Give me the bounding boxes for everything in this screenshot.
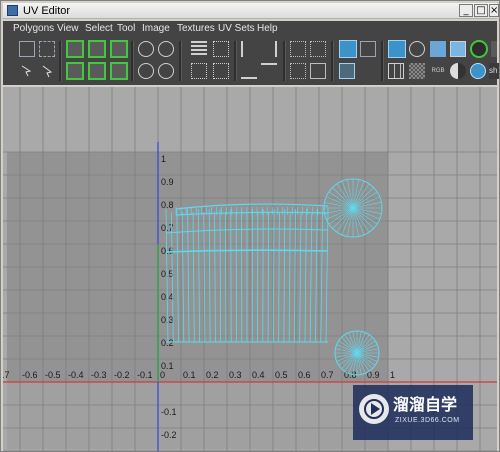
- y-tick-label: -0.1: [161, 407, 177, 417]
- x-tick-label: 0.1: [183, 370, 196, 380]
- toolbar-separator: [283, 41, 286, 81]
- align-top-icon[interactable]: [261, 63, 277, 79]
- uv-edge: [351, 206, 355, 210]
- y-tick-label: 0.1: [161, 361, 174, 371]
- x-tick-label: -0.3: [91, 370, 107, 380]
- menu-textures[interactable]: Textures: [177, 22, 215, 36]
- orient-shells-icon[interactable]: [310, 41, 326, 57]
- align-bottom-icon[interactable]: [241, 63, 257, 79]
- uv-snapshot-icon[interactable]: [19, 41, 35, 57]
- pixel-snap-icon[interactable]: [409, 41, 425, 57]
- display-grid-icon[interactable]: [388, 63, 404, 79]
- menu-uv-sets[interactable]: UV Sets: [218, 22, 255, 36]
- uv-editor-window: UV Editor _ □ × Polygons View Select Too…: [0, 0, 500, 452]
- menu-tool[interactable]: Tool: [117, 22, 135, 36]
- x-tick-label: -0.4: [68, 370, 84, 380]
- x-tick-label: 1: [390, 370, 395, 380]
- image-filter-icon[interactable]: [339, 63, 355, 79]
- delete-uv-icon[interactable]: [88, 40, 106, 58]
- uv-edge: [224, 211, 227, 343]
- image-range-icon[interactable]: [430, 41, 446, 57]
- x-tick-label: -0.1: [137, 370, 153, 380]
- rgb-channel-icon[interactable]: RGB: [430, 66, 446, 76]
- x-tick-label: 0: [160, 370, 165, 380]
- align-left-icon[interactable]: [241, 41, 257, 57]
- x-tick-label: -0.6: [22, 370, 38, 380]
- cut-uv-edge-icon[interactable]: [66, 40, 84, 58]
- alpha-channel-icon[interactable]: [450, 63, 466, 79]
- toolbar-separator: [331, 41, 334, 81]
- watermark-brand: 溜溜自学: [393, 395, 458, 414]
- x-tick-label: -0.5: [45, 370, 61, 380]
- y-tick-label: 0.2: [161, 338, 174, 348]
- select-shell-icon[interactable]: [39, 41, 55, 57]
- rotate-ccw-icon[interactable]: [138, 41, 154, 57]
- x-tick-label: 0.2: [206, 370, 219, 380]
- uv-edge: [355, 351, 359, 355]
- toolbar-separator: [131, 41, 134, 81]
- x-tick-label: -.7: [3, 370, 10, 380]
- y-tick-label: 0.9: [161, 177, 174, 187]
- x-tick-label: 0.5: [275, 370, 288, 380]
- relax-uvs-icon[interactable]: [191, 63, 207, 79]
- play-logo-icon: [359, 394, 389, 424]
- window-title: UV Editor: [23, 5, 71, 17]
- toolbar-separator: [59, 41, 62, 81]
- grid-uvs-icon[interactable]: [213, 41, 229, 57]
- x-tick-label: 0.4: [252, 370, 265, 380]
- layout-uv-icon[interactable]: [110, 62, 128, 80]
- align-right-icon[interactable]: [261, 41, 277, 57]
- stack-shells-icon[interactable]: [290, 41, 306, 57]
- maximize-button[interactable]: □: [474, 4, 488, 17]
- toolbar-separator: [234, 41, 237, 81]
- minimize-button[interactable]: _: [459, 4, 473, 17]
- menu-bar: Polygons View Select Tool Image Textures…: [3, 21, 497, 37]
- shaded-uv-icon[interactable]: [360, 41, 376, 57]
- overflow-icon[interactable]: [491, 41, 497, 57]
- watermark: 溜溜自学 ZIXUE.3D66.COM: [353, 385, 473, 440]
- app-icon: [7, 5, 18, 16]
- x-tick-label: 0.7: [321, 370, 334, 380]
- align-uvs-icon[interactable]: [191, 41, 207, 57]
- move-uv-icon[interactable]: [19, 63, 35, 79]
- menu-help[interactable]: Help: [257, 22, 278, 36]
- x-tick-label: -0.2: [114, 370, 130, 380]
- flip-u-icon[interactable]: [138, 63, 154, 79]
- x-tick-label: 0.3: [229, 370, 242, 380]
- menu-select[interactable]: Select: [85, 22, 113, 36]
- checker-icon[interactable]: [409, 63, 425, 79]
- title-bar[interactable]: UV Editor _ □ ×: [3, 3, 499, 19]
- watermark-url: ZIXUE.3D66.COM: [395, 417, 460, 424]
- menu-polygons[interactable]: Polygons: [13, 22, 54, 36]
- y-tick-label: -0.2: [161, 430, 177, 440]
- y-tick-label: 0.8: [161, 200, 174, 210]
- toolbar-separator: [381, 41, 384, 81]
- y-tick-label: 1: [161, 154, 166, 164]
- sew-uv-icon[interactable]: [66, 62, 84, 80]
- dim-image-icon[interactable]: [450, 41, 466, 57]
- menu-image[interactable]: Image: [142, 22, 170, 36]
- toolbar-separator: [179, 41, 182, 81]
- texture-tile-lower: [7, 382, 388, 449]
- select-uv-icon[interactable]: [39, 63, 55, 79]
- distribute-shells-icon[interactable]: [290, 63, 306, 79]
- close-button[interactable]: ×: [489, 4, 499, 17]
- split-uv-icon[interactable]: [110, 40, 128, 58]
- menu-view[interactable]: View: [57, 22, 79, 36]
- x-tick-label: 0.6: [298, 370, 311, 380]
- toolbar: RGB sh: [3, 37, 499, 85]
- normalize-shells-icon[interactable]: [310, 63, 326, 79]
- merge-uv-icon[interactable]: [88, 62, 106, 80]
- uv-edge: [267, 211, 270, 343]
- display-image-icon[interactable]: [339, 40, 357, 58]
- flip-v-icon[interactable]: [158, 63, 174, 79]
- rotate-cw-icon[interactable]: [158, 41, 174, 57]
- unfold-uvs-icon[interactable]: [213, 63, 229, 79]
- uv-shading-icon[interactable]: [470, 63, 486, 79]
- isolate-select-icon[interactable]: [470, 40, 488, 58]
- shader-label[interactable]: sh: [489, 63, 499, 79]
- grid-toggle-icon[interactable]: [388, 40, 406, 58]
